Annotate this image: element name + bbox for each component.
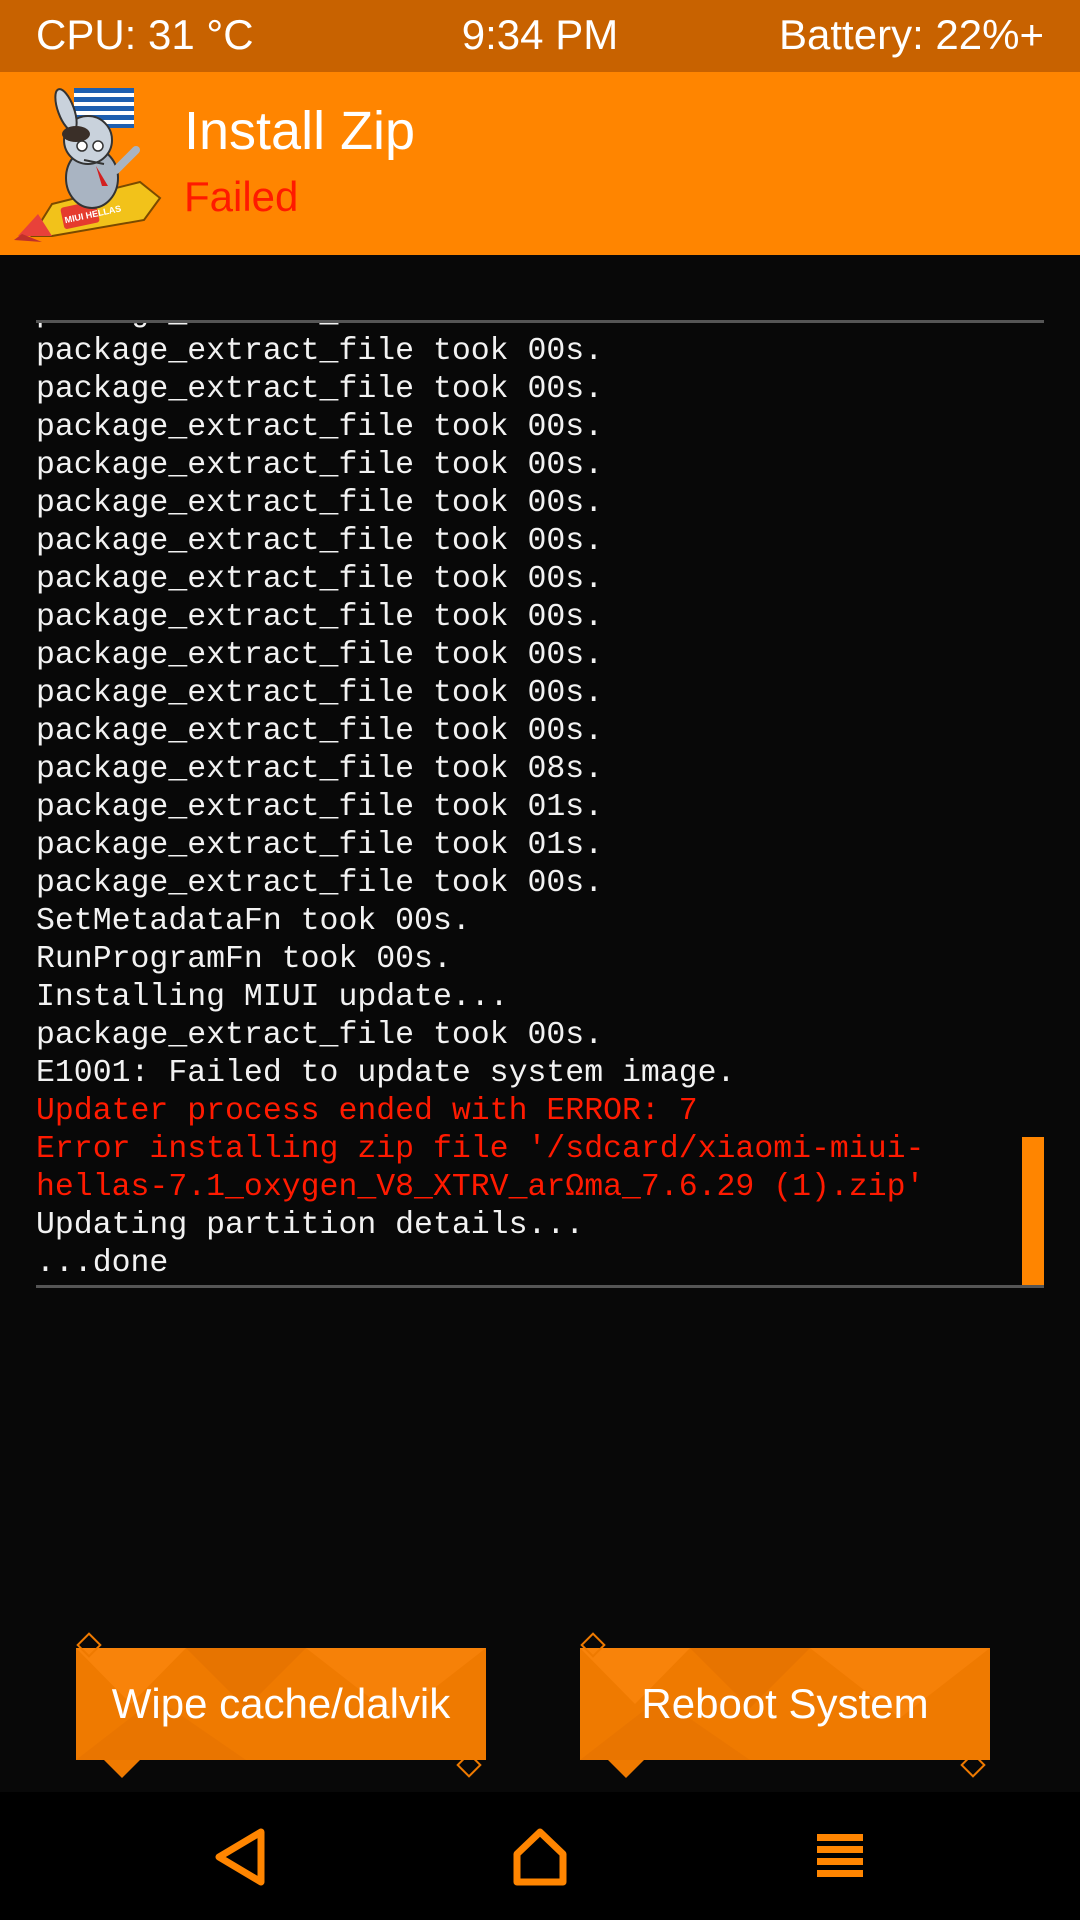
back-triangle-icon[interactable] [207, 1822, 277, 1892]
console-log[interactable]: package_extract_file took 00s. package_ex… [36, 320, 1044, 1288]
button-tail [104, 1760, 140, 1778]
console-line: package_extract_file took 01s. [36, 790, 604, 825]
console-line: package_extract_file took 00s. [36, 676, 604, 711]
console-error-line: Updater process ended with ERROR: 7 [36, 1094, 698, 1129]
install-status: Failed [184, 173, 299, 220]
button-tail [608, 1760, 644, 1778]
battery-level: Battery: 22%+ [779, 11, 1044, 58]
console-line: package_extract_file took 08s. [36, 752, 604, 787]
console-line: package_extract_file took 00s. [36, 714, 604, 749]
console-line: package_extract_file took 00s. [36, 1018, 604, 1053]
home-icon[interactable] [505, 1822, 575, 1892]
console-line: package_extract_file took 00s. [36, 562, 604, 597]
reboot-system-button[interactable]: Reboot System [580, 1632, 990, 1778]
console-line: package_extract_file took 01s. [36, 828, 604, 863]
console-line: ...done [36, 1246, 169, 1281]
header: MIUI HELLAS Install Zip Failed [0, 72, 1080, 255]
console-line: package_extract_file took 00s. [36, 866, 604, 901]
navigation-bar [0, 1792, 1080, 1920]
console-line: E1001: Failed to update system image. [36, 1056, 736, 1091]
reboot-button-label: Reboot System [641, 1680, 929, 1727]
console-line: package_extract_file took 00s. [36, 524, 604, 559]
menu-lines-icon[interactable] [805, 1822, 875, 1892]
console-error-line: hellas-7.1_oxygen_V8_XTRV_arΩma_7.6.29 (… [36, 1170, 925, 1205]
console-error-line: Error installing zip file '/sdcard/xiaom… [36, 1132, 925, 1167]
miui-hellas-logo: MIUI HELLAS [14, 88, 162, 242]
console-line: Updating partition details... [36, 1208, 585, 1243]
console-line: RunProgramFn took 00s. [36, 942, 452, 977]
wipe-button-label: Wipe cache/dalvik [111, 1680, 451, 1727]
console-scrollbar[interactable] [1022, 1137, 1044, 1285]
console-line: package_extract_file took 00s. [36, 410, 604, 445]
console-line: package_extract_file took 00s. [36, 323, 1016, 333]
console-line: package_extract_file took 00s. [36, 334, 604, 369]
page-title: Install Zip [184, 101, 416, 161]
console-line: package_extract_file took 00s. [36, 638, 604, 673]
console-line: package_extract_file took 00s. [36, 372, 604, 407]
console-line: Installing MIUI update... [36, 980, 509, 1015]
console-line: package_extract_file took 00s. [36, 600, 604, 635]
console-line: SetMetadataFn took 00s. [36, 904, 471, 939]
console-line: package_extract_file took 00s. [36, 486, 604, 521]
wipe-cache-dalvik-button[interactable]: Wipe cache/dalvik [76, 1632, 486, 1778]
console-line: package_extract_file took 00s. [36, 448, 604, 483]
console-lines: package_extract_file took 00s. package_ex… [36, 323, 1016, 1283]
status-bar: CPU: 31 °C 9:34 PM Battery: 22%+ [0, 0, 1080, 72]
